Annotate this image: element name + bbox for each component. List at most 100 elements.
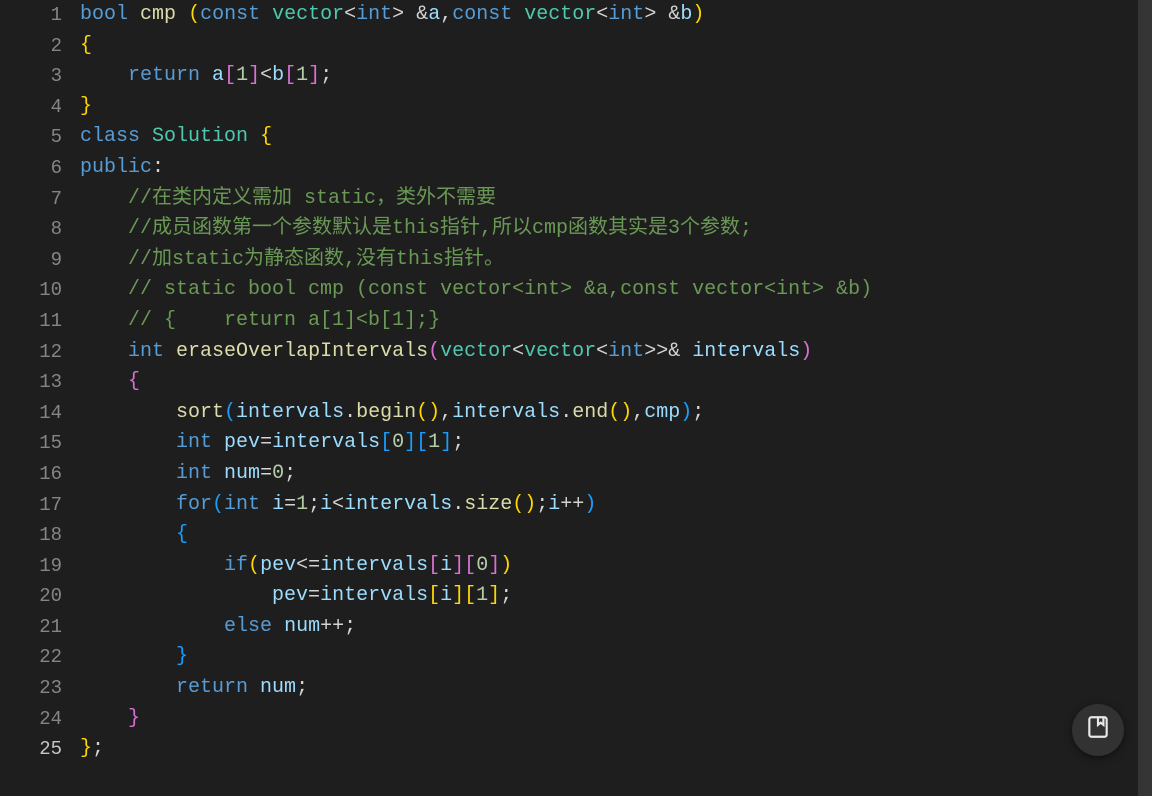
- code-line[interactable]: 13 {: [0, 367, 1152, 398]
- token-fn: end: [572, 401, 608, 424]
- token-op: [80, 309, 128, 332]
- line-number: 7: [0, 184, 80, 215]
- code-content[interactable]: };: [80, 734, 1152, 765]
- code-content[interactable]: int eraseOverlapIntervals(vector<vector<…: [80, 337, 1152, 368]
- token-kw: const: [452, 3, 512, 26]
- token-kw: bool: [80, 3, 128, 26]
- code-line[interactable]: 8 //成员函数第一个参数默认是this指针,所以cmp函数其实是3个参数;: [0, 214, 1152, 245]
- token-fn: sort: [176, 401, 224, 424]
- code-content[interactable]: public:: [80, 153, 1152, 184]
- code-content[interactable]: {: [80, 31, 1152, 62]
- code-line[interactable]: 1bool cmp (const vector<int> &a,const ve…: [0, 0, 1152, 31]
- code-line[interactable]: 20 pev=intervals[i][1];: [0, 581, 1152, 612]
- code-content[interactable]: }: [80, 642, 1152, 673]
- code-line[interactable]: 2{: [0, 31, 1152, 62]
- code-content[interactable]: int pev=intervals[0][1];: [80, 428, 1152, 459]
- code-content[interactable]: // static bool cmp (const vector<int> &a…: [80, 275, 1152, 306]
- code-content[interactable]: pev=intervals[i][1];: [80, 581, 1152, 612]
- code-content[interactable]: else num++;: [80, 612, 1152, 643]
- code-content[interactable]: int num=0;: [80, 459, 1152, 490]
- code-line[interactable]: 16 int num=0;: [0, 459, 1152, 490]
- token-br-y: ): [692, 3, 704, 26]
- token-var: i: [440, 554, 452, 577]
- token-op: [80, 278, 128, 301]
- token-br-b: (: [224, 401, 236, 424]
- code-line[interactable]: 24 }: [0, 704, 1152, 735]
- line-number: 4: [0, 92, 80, 123]
- token-pun: ;: [92, 737, 104, 760]
- line-number: 6: [0, 153, 80, 184]
- code-content[interactable]: bool cmp (const vector<int> &a,const vec…: [80, 0, 1152, 31]
- token-br-b: {: [176, 523, 188, 546]
- line-number: 24: [0, 704, 80, 735]
- bookmark-icon: [1085, 714, 1111, 747]
- code-editor[interactable]: 1bool cmp (const vector<int> &a,const ve…: [0, 0, 1152, 796]
- token-kw: class: [80, 125, 140, 148]
- code-content[interactable]: sort(intervals.begin(),intervals.end(),c…: [80, 398, 1152, 429]
- token-op: [80, 401, 176, 424]
- token-kw: int: [608, 3, 644, 26]
- token-pun: .: [560, 401, 572, 424]
- token-br-y: }: [80, 95, 92, 118]
- code-content[interactable]: if(pev<=intervals[i][0]): [80, 551, 1152, 582]
- token-var: b: [272, 64, 284, 87]
- code-line[interactable]: 7 //在类内定义需加 static，类外不需要: [0, 184, 1152, 215]
- line-number: 5: [0, 122, 80, 153]
- token-fn: eraseOverlapIntervals: [176, 340, 428, 363]
- code-line[interactable]: 3 return a[1]<b[1];: [0, 61, 1152, 92]
- code-line[interactable]: 21 else num++;: [0, 612, 1152, 643]
- line-number: 8: [0, 214, 80, 245]
- token-var: intervals: [452, 401, 560, 424]
- code-content[interactable]: return num;: [80, 673, 1152, 704]
- code-line[interactable]: 22 }: [0, 642, 1152, 673]
- token-op: <: [332, 493, 344, 516]
- code-line[interactable]: 4}: [0, 92, 1152, 123]
- bookmark-fab[interactable]: [1072, 704, 1124, 756]
- token-cmt: // { return a[1]<b[1];}: [128, 309, 440, 332]
- code-content[interactable]: {: [80, 520, 1152, 551]
- token-br-y: {: [260, 125, 272, 148]
- token-br-p: {: [128, 370, 140, 393]
- code-line[interactable]: 18 {: [0, 520, 1152, 551]
- code-line[interactable]: 9 //加static为静态函数,没有this指针。: [0, 245, 1152, 276]
- vertical-scrollbar[interactable]: [1138, 0, 1152, 796]
- code-line[interactable]: 23 return num;: [0, 673, 1152, 704]
- code-line[interactable]: 5class Solution {: [0, 122, 1152, 153]
- code-content[interactable]: //加static为静态函数,没有this指针。: [80, 245, 1152, 276]
- line-number: 19: [0, 551, 80, 582]
- token-br-y: }: [80, 737, 92, 760]
- token-op: [200, 64, 212, 87]
- code-content[interactable]: for(int i=1;i<intervals.size();i++): [80, 490, 1152, 521]
- code-line[interactable]: 10 // static bool cmp (const vector<int>…: [0, 275, 1152, 306]
- code-content[interactable]: //在类内定义需加 static，类外不需要: [80, 184, 1152, 215]
- code-content[interactable]: class Solution {: [80, 122, 1152, 153]
- token-kw: return: [128, 64, 200, 87]
- code-line[interactable]: 19 if(pev<=intervals[i][0]): [0, 551, 1152, 582]
- code-line[interactable]: 12 int eraseOverlapIntervals(vector<vect…: [0, 337, 1152, 368]
- code-line[interactable]: 15 int pev=intervals[0][1];: [0, 428, 1152, 459]
- code-content[interactable]: }: [80, 704, 1152, 735]
- code-content[interactable]: {: [80, 367, 1152, 398]
- code-content[interactable]: // { return a[1]<b[1];}: [80, 306, 1152, 337]
- code-line[interactable]: 14 sort(intervals.begin(),intervals.end(…: [0, 398, 1152, 429]
- code-line[interactable]: 25};: [0, 734, 1152, 765]
- code-content[interactable]: }: [80, 92, 1152, 123]
- code-content[interactable]: return a[1]<b[1];: [80, 61, 1152, 92]
- token-br-y: [: [428, 584, 440, 607]
- token-type: vector: [440, 340, 512, 363]
- token-op: &: [668, 340, 680, 363]
- code-line[interactable]: 11 // { return a[1]<b[1];}: [0, 306, 1152, 337]
- token-var: pev: [224, 431, 260, 454]
- scrollbar-thumb[interactable]: [1138, 0, 1152, 796]
- token-br-y: (: [608, 401, 620, 424]
- token-var: intervals: [236, 401, 344, 424]
- code-line[interactable]: 6public:: [0, 153, 1152, 184]
- token-fn: begin: [356, 401, 416, 424]
- token-br-b: ]: [440, 431, 452, 454]
- token-br-y: (: [416, 401, 428, 424]
- code-line[interactable]: 17 for(int i=1;i<intervals.size();i++): [0, 490, 1152, 521]
- token-op: ++: [560, 493, 584, 516]
- token-var: num: [260, 676, 296, 699]
- token-op: [80, 707, 128, 730]
- code-content[interactable]: //成员函数第一个参数默认是this指针,所以cmp函数其实是3个参数;: [80, 214, 1152, 245]
